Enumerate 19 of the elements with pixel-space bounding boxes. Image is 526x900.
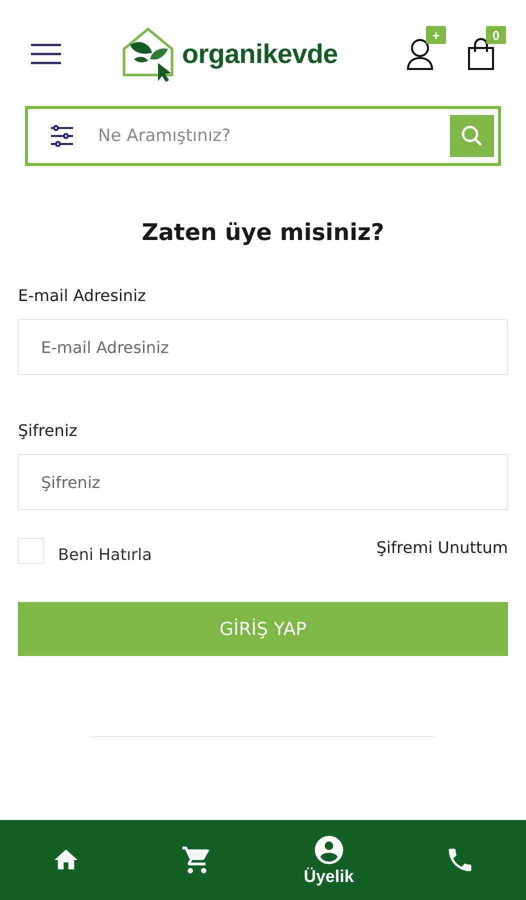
menu-icon[interactable]: [30, 43, 62, 65]
remember-label: Beni Hatırla: [58, 544, 152, 564]
login-title: Zaten üye misiniz?: [140, 220, 386, 246]
account-nav-item[interactable]: Üyelik: [304, 833, 354, 887]
logo-text: organikevde: [182, 38, 338, 70]
field-label: E-mail Adresiniz: [18, 286, 147, 305]
account-add-button[interactable]: +: [406, 26, 446, 70]
input-field[interactable]: E-mail Adresiniz: [18, 319, 508, 375]
remember-checkbox[interactable]: [18, 538, 44, 564]
search-icon: [460, 124, 484, 148]
cart-button[interactable]: 0: [468, 26, 506, 70]
forgot-password-link[interactable]: Şifremi Unuttum: [376, 538, 508, 557]
filter-icon[interactable]: [50, 125, 74, 147]
input-field[interactable]: Şifreniz: [18, 454, 508, 510]
cart-count-badge: 0: [486, 26, 506, 44]
search-bar[interactable]: Ne Aramıştınız?: [25, 106, 501, 166]
login-button[interactable]: GİRİŞ YAP: [18, 602, 508, 656]
plus-badge: +: [426, 26, 446, 44]
field-label: Şifreniz: [18, 421, 78, 440]
